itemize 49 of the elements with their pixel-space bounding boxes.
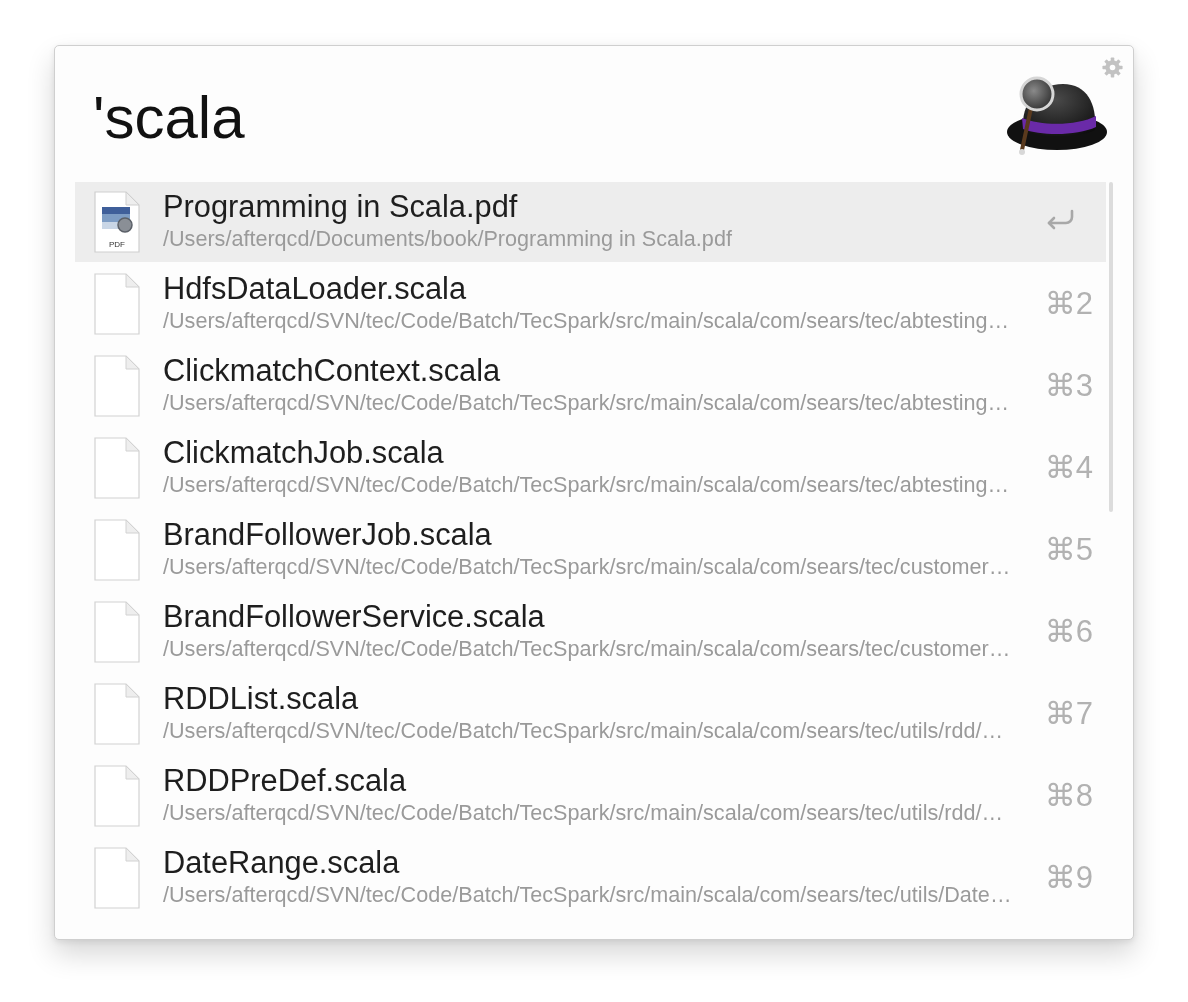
result-item[interactable]: DateRange.scala /Users/afterqcd/SVN/tec/Code/Batch/TecSpark/src/main/scala/com/sears/tec/utils/Date… ⌘9 — [75, 838, 1106, 918]
result-item[interactable]: BrandFollowerJob.scala /Users/afterqcd/SVN/tec/Code/Batch/TecSpark/src/main/scala/com/sears/tec/customer… ⌘5 — [75, 510, 1106, 590]
file-name: ClickmatchJob.scala — [163, 435, 445, 470]
result-item[interactable]: RDDList.scala /Users/afterqcd/SVN/tec/Code/Batch/TecSpark/src/main/scala/com/sears/tec/utils/rdd/… ⌘7 — [75, 674, 1106, 754]
file-name: HdfsDataLoader.scala — [163, 271, 468, 306]
file-name: BrandFollowerService.scala — [163, 599, 546, 634]
return-icon — [1045, 209, 1075, 231]
shortcut-label: ⌘9 — [1044, 860, 1093, 896]
file-path: /Users/afterqcd/SVN/tec/Code/Batch/TecSpark/src/main/scala/com/sears/tec/utils/Date… — [163, 882, 1013, 907]
file-name: BrandFollowerJob.scala — [163, 517, 493, 552]
shortcut-label: ⌘5 — [1044, 532, 1093, 568]
file-path: /Users/afterqcd/SVN/tec/Code/Batch/TecSpark/src/main/scala/com/sears/tec/abtesting… — [163, 308, 1011, 333]
file-name: DateRange.scala — [163, 845, 401, 880]
file-name: RDDList.scala — [163, 681, 360, 716]
shortcut-label: ⌘3 — [1044, 368, 1093, 404]
result-item[interactable]: PDF Programming in Scala.pdf /Users/afterqcd/Documents/book/Programming in Scala.pdf — [75, 182, 1106, 262]
shortcut-label: ⌘7 — [1044, 696, 1093, 732]
scrollbar-thumb[interactable] — [1109, 182, 1113, 512]
document-icon — [94, 355, 140, 417]
file-path: /Users/afterqcd/SVN/tec/Code/Batch/TecSpark/src/main/scala/com/sears/tec/abtesting… — [163, 390, 1011, 415]
document-icon — [94, 437, 140, 499]
shortcut-label: ⌘4 — [1044, 450, 1093, 486]
file-path: /Users/afterqcd/SVN/tec/Code/Batch/TecSpark/src/main/scala/com/sears/tec/customer… — [163, 554, 1012, 579]
file-type-label: PDF — [109, 240, 125, 249]
file-name: RDDPreDef.scala — [163, 763, 408, 798]
file-path: /Users/afterqcd/SVN/tec/Code/Batch/TecSpark/src/main/scala/com/sears/tec/utils/rdd/… — [163, 800, 1005, 825]
document-icon — [94, 273, 140, 335]
file-path: /Users/afterqcd/Documents/book/Programming in Scala.pdf — [163, 226, 733, 251]
shortcut-label: ⌘6 — [1044, 614, 1093, 650]
pdf-document-icon — [94, 191, 140, 253]
shortcut-label: ⌘8 — [1044, 778, 1093, 814]
file-name: Programming in Scala.pdf — [163, 189, 519, 224]
result-item[interactable]: BrandFollowerService.scala /Users/afterqcd/SVN/tec/Code/Batch/TecSpark/src/main/scala/com/sears/tec/customer… ⌘6 — [75, 592, 1106, 672]
result-item[interactable]: ClickmatchContext.scala /Users/afterqcd/SVN/tec/Code/Batch/TecSpark/src/main/scala/com/sears/tec/abtesting… ⌘3 — [75, 346, 1106, 426]
file-path: /Users/afterqcd/SVN/tec/Code/Batch/TecSpark/src/main/scala/com/sears/tec/customer… — [163, 636, 1012, 661]
shortcut-label: ⌘2 — [1044, 286, 1093, 322]
result-item[interactable]: HdfsDataLoader.scala /Users/afterqcd/SVN/tec/Code/Batch/TecSpark/src/main/scala/com/sears/tec/abtesting… ⌘2 — [75, 264, 1106, 344]
file-path: /Users/afterqcd/SVN/tec/Code/Batch/TecSpark/src/main/scala/com/sears/tec/abtesting… — [163, 472, 1011, 497]
document-icon — [94, 601, 140, 663]
document-icon — [94, 765, 140, 827]
document-icon — [94, 519, 140, 581]
result-item[interactable]: RDDPreDef.scala /Users/afterqcd/SVN/tec/Code/Batch/TecSpark/src/main/scala/com/sears/tec/utils/rdd/… ⌘8 — [75, 756, 1106, 836]
result-item[interactable]: ClickmatchJob.scala /Users/afterqcd/SVN/tec/Code/Batch/TecSpark/src/main/scala/com/sears/tec/abtesting… ⌘4 — [75, 428, 1106, 508]
file-name: ClickmatchContext.scala — [163, 353, 502, 388]
file-path: /Users/afterqcd/SVN/tec/Code/Batch/TecSpark/src/main/scala/com/sears/tec/utils/rdd/… — [163, 718, 1005, 743]
settings-icon[interactable] — [1102, 57, 1123, 78]
search-field[interactable]: 'scala — [89, 82, 797, 152]
document-icon — [94, 683, 140, 745]
document-icon — [94, 847, 140, 909]
